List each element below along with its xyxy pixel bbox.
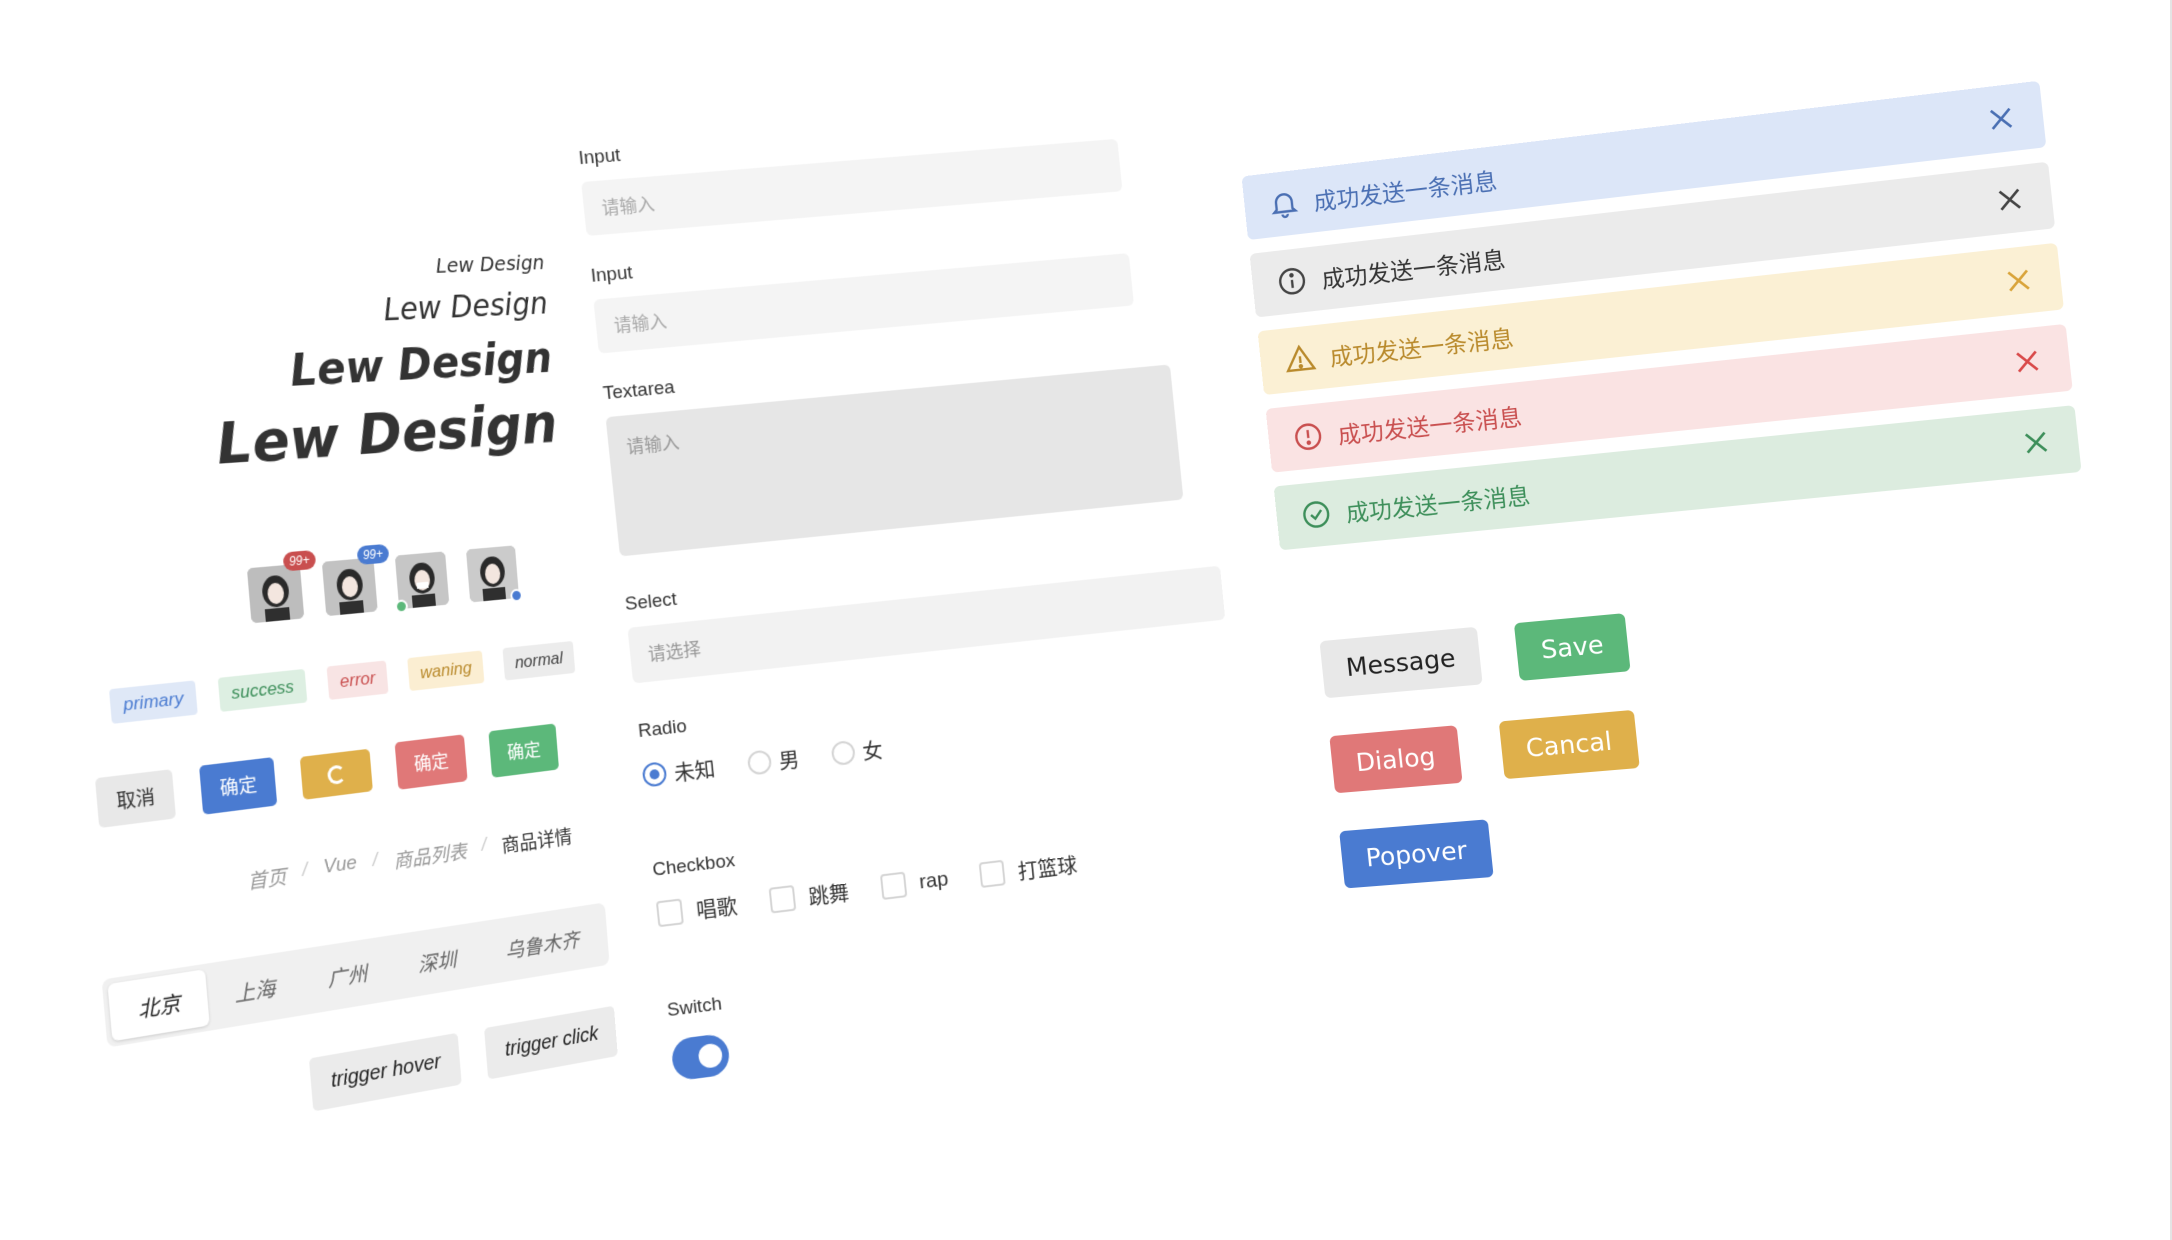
trigger-click-button[interactable]: trigger click (484, 1005, 619, 1080)
radio-group: 未知 男 女 (641, 734, 884, 791)
left-panel: Lew Design Lew Design Lew Design Lew Des… (6, 250, 621, 1207)
dialog-button[interactable]: Dialog (1329, 725, 1463, 794)
tab-urumqi[interactable]: 乌鲁木齐 (479, 908, 605, 980)
save-button[interactable]: Save (1513, 613, 1631, 681)
right-panel: 成功发送一条消息 成功发送一条消息 成功发送一条消息 成功发送一条消息 成功发送 (1241, 79, 2136, 933)
checkbox-label: Checkbox (651, 850, 736, 881)
radio-empty-icon (830, 739, 856, 767)
radio-option-male[interactable]: 男 (746, 743, 800, 778)
input1-field[interactable]: 请输入 (581, 138, 1123, 237)
cancel-button[interactable]: 取消 (94, 769, 177, 829)
tag-primary: primary (108, 680, 198, 724)
radio-empty-icon (746, 749, 773, 776)
close-icon[interactable] (1983, 101, 2018, 136)
radio-option-unknown[interactable]: 未知 (641, 753, 716, 791)
checkbox-empty-icon (768, 884, 797, 914)
input2-label: Input (589, 262, 634, 287)
form-panel: Input 请输入 Input 请输入 Textarea 请输入 Select … (538, 106, 1226, 1146)
radio-label: Radio (637, 715, 688, 743)
avatar-group: 99+ 99+ (246, 543, 524, 624)
close-icon[interactable] (2010, 344, 2045, 379)
status-dot (509, 588, 524, 603)
checkbox-dance[interactable]: 跳舞 (768, 877, 850, 916)
select-label: Select (623, 588, 678, 616)
avatar[interactable] (465, 545, 524, 603)
tag-normal: normal (502, 640, 576, 681)
tag-success: success (217, 668, 308, 712)
component-showcase: Lew Design Lew Design Lew Design Lew Des… (0, 0, 2172, 1240)
title-large: Lew Design (288, 332, 554, 397)
confirm-error-button[interactable]: 确定 (394, 734, 468, 790)
close-icon[interactable] (2018, 425, 2053, 459)
checkbox-empty-icon (979, 859, 1007, 888)
breadcrumb-list[interactable]: 商品列表 (392, 837, 468, 875)
trigger-hover-button[interactable]: trigger hover (308, 1032, 463, 1112)
checkbox-basketball[interactable]: 打篮球 (979, 849, 1079, 890)
count-badge: 99+ (282, 549, 317, 572)
avatar-image (246, 563, 305, 624)
info-icon (1275, 264, 1310, 299)
textarea-field[interactable]: 请输入 (605, 364, 1184, 557)
alert-list: 成功发送一条消息 成功发送一条消息 成功发送一条消息 成功发送一条消息 成功发送 (1241, 80, 2084, 565)
checkbox-sing[interactable]: 唱歌 (655, 890, 739, 929)
breadcrumb: 首页 / Vue / 商品列表 / 商品详情 (246, 822, 573, 895)
avatar[interactable]: 99+ (321, 543, 390, 617)
tab-guangzhou[interactable]: 广州 (299, 941, 395, 1010)
breadcrumb-current: 商品详情 (501, 827, 574, 858)
breadcrumb-separator: / (371, 848, 379, 872)
loading-button[interactable] (299, 748, 373, 800)
error-icon (1291, 419, 1326, 454)
message-button[interactable]: Message (1319, 626, 1483, 699)
confirm-primary-button[interactable]: 确定 (199, 757, 278, 815)
avatar[interactable]: 99+ (246, 549, 317, 624)
radio-option-label: 女 (861, 738, 884, 764)
title-small: Lew Design (434, 249, 546, 278)
checkbox-option-label: 跳舞 (807, 881, 851, 909)
button-row: 取消 确定 确定 确定 (94, 723, 560, 829)
switch-label: Switch (666, 993, 723, 1022)
checkbox-empty-icon (879, 871, 908, 900)
radio-option-label: 男 (777, 748, 801, 774)
checkbox-rap[interactable]: rap (879, 867, 950, 900)
checkbox-option-label: 打篮球 (1016, 853, 1079, 884)
bell-icon (1267, 186, 1302, 222)
count-badge: 99+ (356, 543, 390, 566)
input2-field[interactable]: 请输入 (593, 253, 1134, 354)
tab-shanghai[interactable]: 上海 (205, 955, 304, 1026)
radio-selected-icon (641, 761, 668, 788)
select-dropdown[interactable]: 请选择 (627, 565, 1226, 684)
breadcrumb-separator: / (480, 833, 488, 856)
toggle-switch[interactable] (670, 1032, 731, 1082)
title-stack: Lew Design Lew Design Lew Design Lew Des… (201, 250, 560, 480)
avatar-image (321, 557, 378, 617)
input1-label: Input (577, 144, 622, 170)
online-status-dot (394, 599, 409, 614)
loading-spinner-icon (326, 763, 347, 785)
checkbox-option-label: rap (918, 867, 950, 894)
title-medium: Lew Design (382, 286, 549, 329)
checkbox-empty-icon (655, 898, 684, 928)
popover-button[interactable]: Popover (1339, 819, 1494, 889)
radio-option-label: 未知 (673, 757, 717, 786)
confirm-success-button[interactable]: 确定 (488, 723, 560, 778)
breadcrumb-separator: / (301, 858, 309, 882)
warning-icon (1283, 341, 1318, 376)
breadcrumb-vue[interactable]: Vue (323, 852, 359, 885)
trigger-row: trigger hover trigger click (308, 1005, 619, 1112)
success-icon (1299, 497, 1334, 532)
avatar[interactable] (394, 551, 450, 614)
tab-shenzhen[interactable]: 深圳 (390, 927, 483, 995)
tag-error: error (326, 660, 389, 700)
tag-warning: waning (407, 650, 485, 692)
tag-row: primary success error waning normal (108, 640, 576, 724)
breadcrumb-home[interactable]: 首页 (246, 862, 288, 896)
close-icon[interactable] (2001, 263, 2036, 298)
tab-beijing[interactable]: 北京 (107, 969, 210, 1042)
radio-option-female[interactable]: 女 (830, 734, 884, 769)
checkbox-option-label: 唱歌 (695, 894, 739, 923)
textarea-label: Textarea (602, 376, 676, 405)
close-icon[interactable] (1992, 182, 2027, 217)
title-xlarge: Lew Design (213, 391, 560, 478)
cancal-button[interactable]: Cancal (1498, 709, 1640, 780)
